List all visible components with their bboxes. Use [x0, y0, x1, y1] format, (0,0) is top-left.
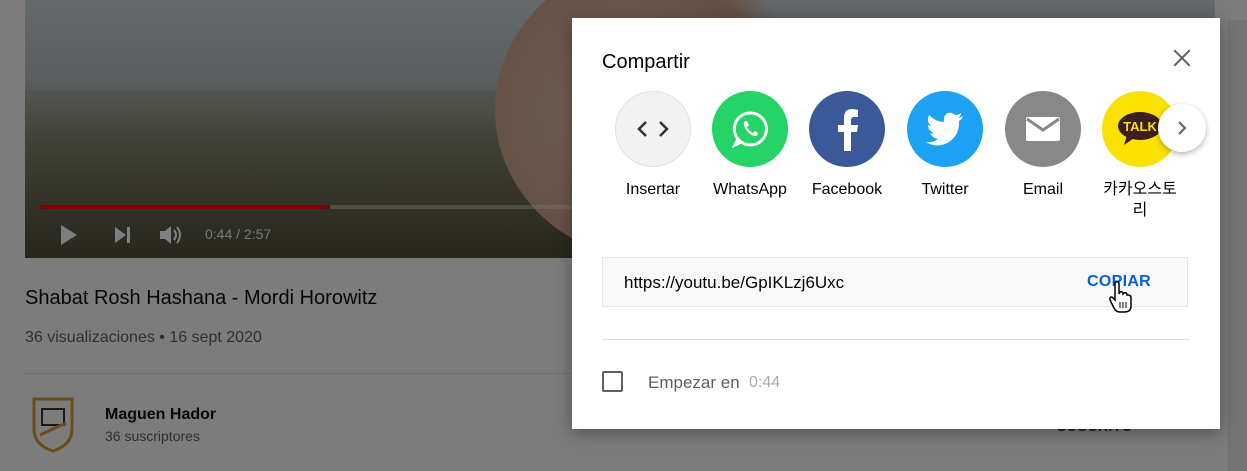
- share-target-label: 카카오스토리: [1103, 181, 1177, 219]
- share-target-label: Insertar: [625, 181, 681, 198]
- hand-cursor-icon: [1108, 280, 1134, 319]
- divider: [602, 339, 1190, 340]
- share-target-label: WhatsApp: [713, 181, 787, 198]
- share-target-whatsapp[interactable]: WhatsApp: [705, 91, 795, 200]
- share-target-label: Facebook: [811, 181, 883, 198]
- start-at-checkbox[interactable]: [602, 371, 623, 392]
- chevron-right-icon[interactable]: [1158, 104, 1206, 152]
- share-target-twitter[interactable]: Twitter: [900, 91, 990, 200]
- dialog-title: Compartir: [602, 51, 690, 73]
- twitter-icon: [907, 91, 983, 167]
- start-at-time-input[interactable]: 0:44: [749, 374, 780, 392]
- share-dialog: Compartir Insertar WhatsApp Facebook Twi…: [572, 18, 1220, 429]
- share-target-label: Email: [1022, 181, 1063, 198]
- share-target-label: Twitter: [921, 181, 969, 198]
- start-at-label: Empezar en: [648, 373, 740, 392]
- kakaotalk-badge: TALK: [1123, 119, 1157, 134]
- share-target-facebook[interactable]: Facebook: [802, 91, 892, 200]
- share-url-input[interactable]: https://youtu.be/GpIKLzj6Uxc: [624, 273, 844, 293]
- email-icon: [1005, 91, 1081, 167]
- embed-icon: [615, 91, 691, 167]
- share-url-box: https://youtu.be/GpIKLzj6Uxc COPIAR: [602, 257, 1188, 307]
- facebook-icon: [809, 91, 885, 167]
- close-icon[interactable]: [1169, 45, 1195, 71]
- whatsapp-icon: [712, 91, 788, 167]
- share-target-email[interactable]: Email: [998, 91, 1088, 200]
- share-target-embed[interactable]: Insertar: [608, 91, 698, 200]
